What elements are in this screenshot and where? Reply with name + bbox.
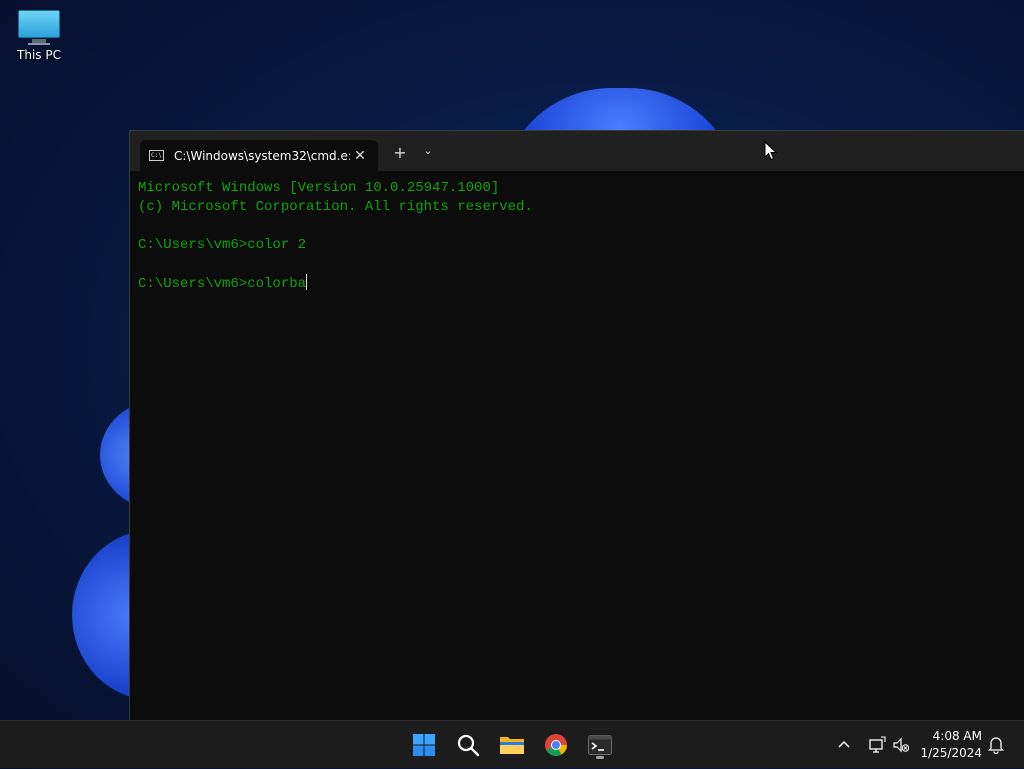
file-explorer-icon — [500, 737, 524, 754]
terminal-window[interactable]: C:\ C:\Windows\system32\cmd.e: ✕ + ⌄ Mic… — [129, 130, 1024, 720]
windows-start-icon — [413, 734, 435, 756]
new-tab-button[interactable]: + — [390, 143, 410, 162]
chrome-button[interactable] — [540, 729, 572, 761]
network-icon[interactable] — [868, 736, 886, 754]
desktop-icon-this-pc[interactable]: This PC — [10, 10, 68, 62]
taskbar-clock[interactable]: 4:08 AM 1/25/2024 — [920, 728, 982, 762]
desktop-icon-label: This PC — [17, 48, 61, 62]
notification-bell-icon[interactable] — [988, 736, 1004, 754]
console-line: (c) Microsoft Corporation. All rights re… — [138, 199, 533, 215]
search-button[interactable] — [452, 729, 484, 761]
console-line: Microsoft Windows [Version 10.0.25947.10… — [138, 180, 500, 196]
tab-cmd[interactable]: C:\ C:\Windows\system32\cmd.e: ✕ — [140, 140, 378, 171]
clock-time: 4:08 AM — [932, 729, 982, 743]
console-line: C:\Users\vm6>color 2 — [138, 237, 307, 253]
terminal-taskbar-button[interactable] — [584, 729, 616, 761]
cmd-icon: C:\ — [149, 150, 164, 161]
start-button[interactable] — [408, 729, 440, 761]
tab-title: C:\Windows\system32\cmd.e: — [174, 148, 350, 163]
text-caret — [306, 274, 308, 290]
file-explorer-button[interactable] — [496, 729, 528, 761]
clock-date: 1/25/2024 — [920, 746, 982, 760]
mouse-pointer-icon — [764, 141, 778, 161]
console-output[interactable]: Microsoft Windows [Version 10.0.25947.10… — [130, 171, 1024, 294]
monitor-icon — [18, 10, 60, 45]
close-icon[interactable]: ✕ — [350, 148, 370, 164]
console-input-line[interactable]: C:\Users\vm6>colorba — [138, 274, 1024, 294]
search-icon — [457, 734, 480, 757]
chevron-up-icon[interactable] — [836, 737, 852, 753]
chrome-icon — [545, 734, 567, 756]
running-indicator — [596, 756, 604, 759]
console-line: C:\Users\vm6>colorba — [138, 276, 307, 292]
terminal-icon — [588, 735, 612, 755]
terminal-tab-bar[interactable]: C:\ C:\Windows\system32\cmd.e: ✕ + ⌄ — [130, 131, 1024, 171]
taskbar: 4:08 AM 1/25/2024 — [0, 720, 1024, 768]
volume-muted-icon[interactable] — [892, 736, 910, 754]
system-tray — [836, 721, 910, 769]
chevron-down-icon[interactable]: ⌄ — [420, 144, 436, 157]
